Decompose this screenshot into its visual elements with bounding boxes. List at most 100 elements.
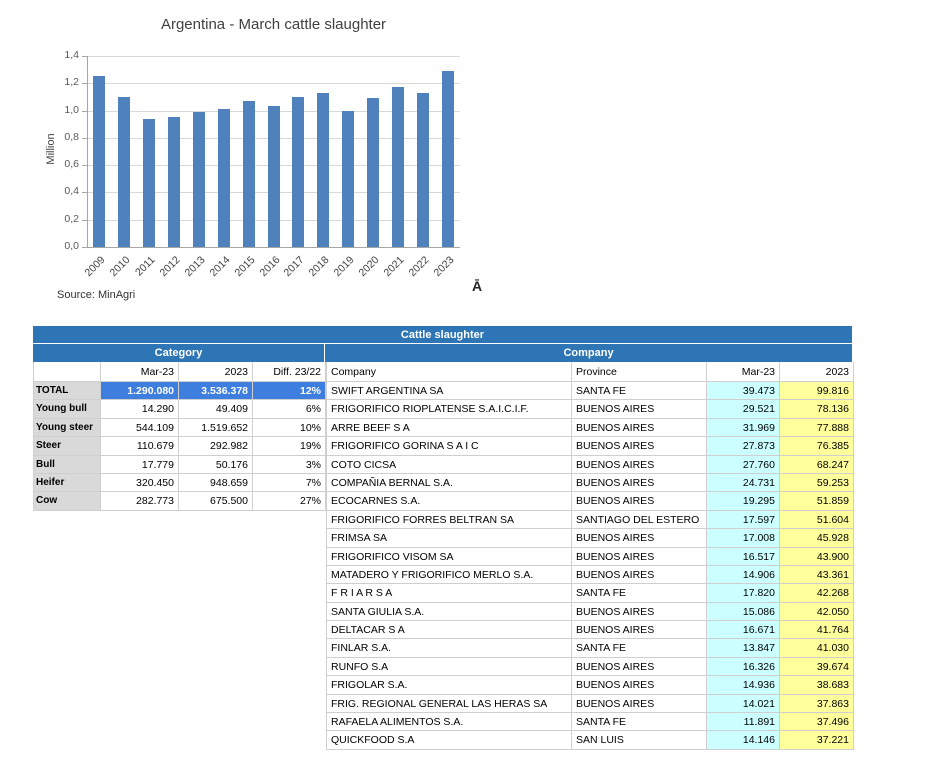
company-mar23-cell: 27.873: [707, 437, 780, 455]
stray-character: Ā: [472, 278, 482, 294]
bar-2011: [143, 119, 155, 247]
company-row: SWIFT ARGENTINA SASANTA FE39.47399.816: [327, 382, 854, 400]
company-name-cell: MATADERO Y FRIGORIFICO MERLO S.A.: [327, 566, 572, 584]
company-row: ARRE BEEF S ABUENOS AIRES31.96977.888: [327, 419, 854, 437]
col-header-province: Province: [572, 362, 707, 382]
category-row: Cow282.773675.50027%: [34, 492, 326, 510]
category-section-header: Category: [33, 344, 325, 362]
company-name-cell: FRIGORIFICO RIOPLATENSE S.A.I.C.I.F.: [327, 400, 572, 418]
category-row: Heifer320.450948.6597%: [34, 474, 326, 492]
company-row: FRIGORIFICO FORRES BELTRAN SASANTIAGO DE…: [327, 511, 854, 529]
bar-2016: [268, 106, 280, 247]
company-2023-cell: 39.674: [780, 658, 854, 676]
cattle-slaughter-table: Cattle slaughter Category Company Mar-23…: [33, 326, 852, 750]
category-column-headers: Mar-23 2023 Diff. 23/22: [34, 362, 326, 382]
company-mar23-cell: 31.969: [707, 419, 780, 437]
bar-2018: [317, 93, 329, 247]
bar-2020: [367, 98, 379, 247]
bar-2013: [193, 112, 205, 247]
company-province-cell: BUENOS AIRES: [572, 419, 707, 437]
category-label-cell: Young steer: [34, 419, 101, 437]
x-axis-line: [87, 247, 460, 248]
company-row: FRIGORIFICO RIOPLATENSE S.A.I.C.I.F.BUEN…: [327, 400, 854, 418]
category-row: Steer110.679292.98219%: [34, 437, 326, 455]
company-row: ECOCARNES S.A.BUENOS AIRES19.29551.859: [327, 492, 854, 510]
company-2023-cell: 51.604: [780, 511, 854, 529]
company-province-cell: BUENOS AIRES: [572, 474, 707, 492]
col-header-company-mar23: Mar-23: [707, 362, 780, 382]
company-province-cell: BUENOS AIRES: [572, 456, 707, 474]
col-header-blank: [34, 362, 101, 382]
y-tick-label: 0,0: [49, 240, 79, 252]
company-name-cell: RAFAELA ALIMENTOS S.A.: [327, 713, 572, 731]
company-name-cell: FRIG. REGIONAL GENERAL LAS HERAS SA: [327, 695, 572, 713]
bar-2022: [417, 93, 429, 247]
category-table: Mar-23 2023 Diff. 23/22 TOTAL1.290.0803.…: [33, 362, 326, 511]
company-row: MATADERO Y FRIGORIFICO MERLO S.A.BUENOS …: [327, 566, 854, 584]
company-2023-cell: 37.863: [780, 695, 854, 713]
company-province-cell: BUENOS AIRES: [572, 603, 707, 621]
company-mar23-cell: 17.008: [707, 529, 780, 547]
gridline: [87, 56, 460, 57]
company-province-cell: SANTA FE: [572, 639, 707, 657]
category-diff-cell: 12%: [253, 382, 326, 400]
section-header-row: Category Company: [33, 344, 852, 362]
company-mar23-cell: 27.760: [707, 456, 780, 474]
category-row: TOTAL1.290.0803.536.37812%: [34, 382, 326, 400]
bar-2012: [168, 117, 180, 247]
company-province-cell: BUENOS AIRES: [572, 621, 707, 639]
company-2023-cell: 43.361: [780, 566, 854, 584]
company-2023-cell: 37.221: [780, 731, 854, 749]
category-label-cell: Young bull: [34, 400, 101, 418]
company-mar23-cell: 16.326: [707, 658, 780, 676]
category-2023-cell: 948.659: [179, 474, 253, 492]
category-mar23-cell: 320.450: [101, 474, 179, 492]
bar-2023: [442, 71, 454, 247]
company-row: FRIG. REGIONAL GENERAL LAS HERAS SABUENO…: [327, 695, 854, 713]
company-name-cell: ARRE BEEF S A: [327, 419, 572, 437]
y-tick-label: 0,6: [49, 158, 79, 170]
company-row: FRIMSA SABUENOS AIRES17.00845.928: [327, 529, 854, 547]
table-title: Cattle slaughter: [33, 326, 852, 344]
category-diff-cell: 27%: [253, 492, 326, 510]
bar-2017: [292, 97, 304, 247]
company-name-cell: COTO CICSA: [327, 456, 572, 474]
company-2023-cell: 43.900: [780, 548, 854, 566]
company-2023-cell: 99.816: [780, 382, 854, 400]
company-2023-cell: 37.496: [780, 713, 854, 731]
company-table: Company Province Mar-23 2023 SWIFT ARGEN…: [326, 362, 854, 750]
category-diff-cell: 19%: [253, 437, 326, 455]
category-mar23-cell: 17.779: [101, 456, 179, 474]
company-section-header: Company: [325, 344, 852, 362]
company-2023-cell: 68.247: [780, 456, 854, 474]
y-axis-line: [87, 56, 88, 247]
col-header-2023: 2023: [179, 362, 253, 382]
company-name-cell: FRIGOLAR S.A.: [327, 676, 572, 694]
company-2023-cell: 77.888: [780, 419, 854, 437]
company-mar23-cell: 15.086: [707, 603, 780, 621]
company-province-cell: BUENOS AIRES: [572, 437, 707, 455]
company-mar23-cell: 13.847: [707, 639, 780, 657]
company-name-cell: FRIGORIFICO GORINA S A I C: [327, 437, 572, 455]
company-name-cell: FRIGORIFICO FORRES BELTRAN SA: [327, 511, 572, 529]
category-2023-cell: 50.176: [179, 456, 253, 474]
company-mar23-cell: 24.731: [707, 474, 780, 492]
company-row: COTO CICSABUENOS AIRES27.76068.247: [327, 456, 854, 474]
company-mar23-cell: 14.906: [707, 566, 780, 584]
company-province-cell: BUENOS AIRES: [572, 548, 707, 566]
y-tick-label: 0,2: [49, 213, 79, 225]
category-row: Bull17.77950.1763%: [34, 456, 326, 474]
company-name-cell: FRIMSA SA: [327, 529, 572, 547]
bar-2021: [392, 87, 404, 247]
company-province-cell: SANTA FE: [572, 713, 707, 731]
category-diff-cell: 3%: [253, 456, 326, 474]
category-mar23-cell: 282.773: [101, 492, 179, 510]
company-2023-cell: 59.253: [780, 474, 854, 492]
category-label-cell: Bull: [34, 456, 101, 474]
company-province-cell: BUENOS AIRES: [572, 695, 707, 713]
company-2023-cell: 45.928: [780, 529, 854, 547]
company-province-cell: BUENOS AIRES: [572, 492, 707, 510]
col-header-diff: Diff. 23/22: [253, 362, 326, 382]
bar-2010: [118, 97, 130, 247]
company-mar23-cell: 16.671: [707, 621, 780, 639]
